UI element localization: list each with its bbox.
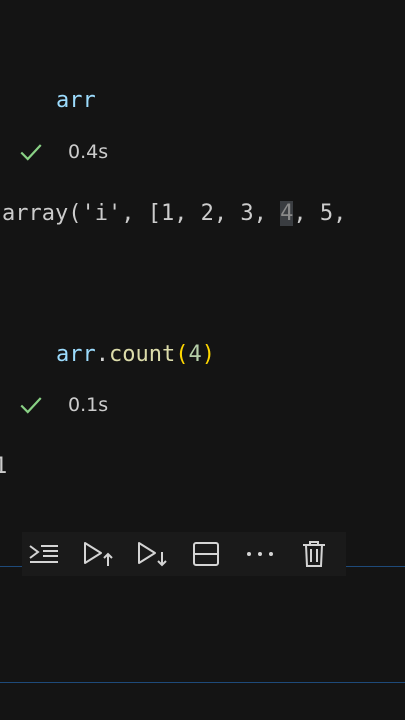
delete-cell-icon — [303, 541, 325, 567]
split-cell-button[interactable] — [184, 532, 228, 576]
more-actions-button[interactable] — [238, 532, 282, 576]
run-by-line-icon — [29, 545, 58, 563]
selected-value-highlight: 4 — [280, 201, 294, 226]
cell-focus-border-bottom — [0, 682, 405, 683]
check-icon — [20, 397, 42, 414]
more-actions-icon — [247, 552, 273, 556]
cell-1-status: 0.4s — [18, 137, 108, 167]
split-cell-icon — [193, 542, 219, 566]
execution-time: 0.4s — [68, 141, 109, 163]
code-close-paren: ) — [201, 342, 215, 367]
cell-toolbar — [22, 532, 346, 576]
code-variable: arr — [56, 88, 96, 113]
cell-2-status: 0.1s — [18, 390, 108, 420]
code-argument: 4 — [188, 342, 202, 367]
notebook-editor: arr 0.4s array('i', [1, 2, 3, 4, 5, arr.… — [0, 0, 405, 720]
check-icon — [20, 144, 42, 161]
code-dot: . — [95, 342, 109, 367]
code-open-paren: ( — [175, 342, 189, 367]
cell-1-output: array('i', [1, 2, 3, 4, 5, — [2, 201, 346, 226]
output-suffix: , 5, — [293, 201, 347, 226]
execute-above-button[interactable] — [76, 532, 120, 576]
code-variable: arr — [56, 342, 96, 367]
execute-above-icon — [84, 542, 113, 566]
code-method: count — [109, 342, 176, 367]
cell-1-source[interactable]: arr — [56, 88, 96, 113]
execute-below-button[interactable] — [130, 532, 174, 576]
cell-2-output: 1 — [0, 454, 8, 479]
cell-2-source[interactable]: arr.count(4) — [56, 342, 215, 367]
output-prefix: array('i', [1, 2, 3, — [2, 201, 281, 226]
delete-cell-button[interactable] — [292, 532, 336, 576]
execute-below-icon — [138, 542, 167, 567]
execution-time: 0.1s — [68, 394, 109, 416]
run-by-line-button[interactable] — [22, 532, 66, 576]
